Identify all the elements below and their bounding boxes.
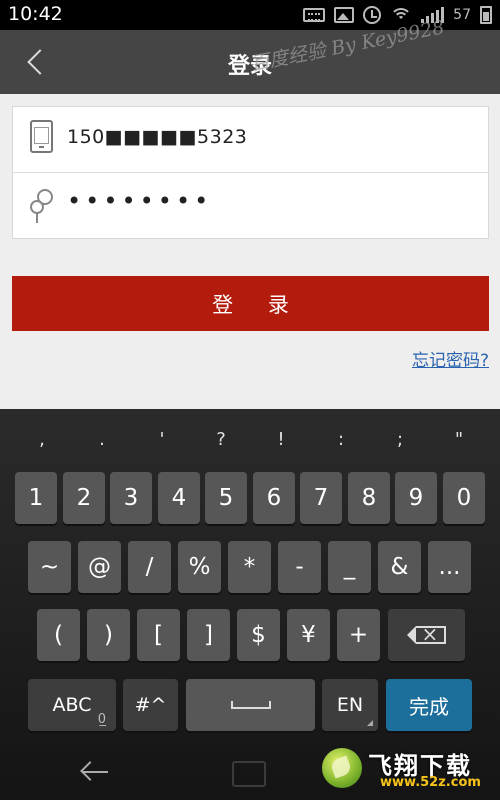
key-9[interactable]: 9 [395,472,437,524]
space-key[interactable] [186,679,315,731]
status-time: 10:42 [8,3,63,25]
abc-key[interactable]: ABC 0̲ [28,679,116,731]
key-bracket-open[interactable]: [ [137,609,180,661]
suggestion-key[interactable]: : [326,429,356,450]
backspace-icon [406,622,446,646]
phone-field[interactable]: 150■■■■■5323 [13,107,488,173]
key-tilde[interactable]: ~ [28,541,71,593]
key-2[interactable]: 2 [63,472,105,524]
language-key-label: EN [336,694,364,716]
key-slash[interactable]: / [128,541,171,593]
forgot-password-link[interactable]: 忘记密码? [412,346,489,371]
suggestion-key[interactable]: ? [206,429,236,450]
key-1[interactable]: 1 [15,472,57,524]
leaf-logo-icon [322,748,362,788]
key-percent[interactable]: % [178,541,221,593]
abc-key-sub: 0̲ [97,712,106,727]
suggestion-key[interactable]: " [444,429,474,450]
key-at[interactable]: @ [78,541,121,593]
key-paren-close[interactable]: ) [87,609,130,661]
key-bracket-close[interactable]: ] [187,609,230,661]
key-underscore[interactable]: _ [328,541,371,593]
login-form: 150■■■■■5323 •••••••• [12,106,489,239]
keyboard-icon [303,8,326,22]
key-ellipsis[interactable]: ... [428,541,471,593]
key-0[interactable]: 0 [443,472,485,524]
key-6[interactable]: 6 [253,472,295,524]
suggestion-key[interactable]: . [87,429,117,450]
corner-triangle-icon [367,720,373,726]
key-dollar[interactable]: $ [237,609,280,661]
suggestion-key[interactable]: ! [266,429,296,450]
nav-back-button[interactable] [80,761,110,785]
brand-url: www.52z.com [380,775,481,790]
done-key[interactable]: 完成 [386,679,472,731]
login-content: 150■■■■■5323 •••••••• 登 录 忘记密码? [0,94,500,409]
key-icon [29,189,59,223]
key-plus[interactable]: + [337,609,380,661]
abc-key-label: ABC [52,694,92,716]
alarm-icon [363,6,382,24]
language-key[interactable]: EN [322,679,378,731]
suggestion-key[interactable]: , [27,429,57,450]
key-yuan[interactable]: ¥ [287,609,330,661]
password-field[interactable]: •••••••• [13,173,488,239]
phone-icon [30,120,53,153]
symbol-switch-key[interactable]: #^ [123,679,178,731]
key-7[interactable]: 7 [300,472,342,524]
key-minus[interactable]: - [278,541,321,593]
battery-level: 57 [453,7,471,23]
key-8[interactable]: 8 [348,472,390,524]
battery-icon [480,6,492,24]
key-4[interactable]: 4 [158,472,200,524]
key-paren-open[interactable]: ( [37,609,80,661]
phone-input[interactable]: 150■■■■■5323 [67,126,247,148]
space-icon [230,701,271,709]
password-input[interactable]: •••••••• [67,187,212,215]
brand-watermark: 飞翔下载 www.52z.com [320,742,495,794]
nav-home-button[interactable] [232,761,266,787]
key-3[interactable]: 3 [110,472,152,524]
login-button[interactable]: 登 录 [12,276,489,331]
key-5[interactable]: 5 [205,472,247,524]
image-icon [334,7,355,23]
suggestion-key[interactable]: ; [385,429,415,450]
key-ampersand[interactable]: & [378,541,421,593]
key-asterisk[interactable]: * [228,541,271,593]
suggestion-key[interactable]: ' [147,429,177,450]
backspace-key[interactable] [388,609,465,661]
